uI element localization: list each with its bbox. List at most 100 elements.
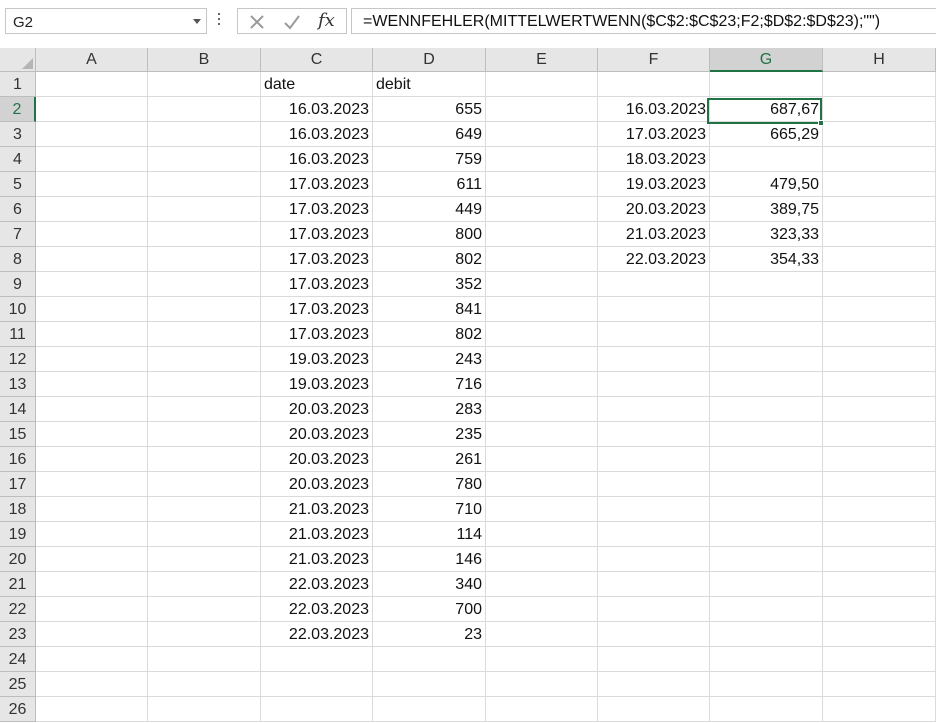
cell-b6[interactable] — [148, 197, 261, 222]
cell-h20[interactable] — [823, 547, 936, 572]
cell-a25[interactable] — [36, 672, 148, 697]
row-header-4[interactable]: 4 — [0, 147, 36, 172]
fill-handle[interactable] — [818, 120, 824, 126]
cell-f21[interactable] — [598, 572, 710, 597]
cell-f8[interactable]: 22.03.2023 — [598, 247, 710, 272]
cell-b14[interactable] — [148, 397, 261, 422]
cell-e7[interactable] — [486, 222, 598, 247]
cell-f18[interactable] — [598, 497, 710, 522]
cell-d14[interactable]: 283 — [373, 397, 486, 422]
cell-g26[interactable] — [710, 697, 823, 722]
cell-f6[interactable]: 20.03.2023 — [598, 197, 710, 222]
cell-a18[interactable] — [36, 497, 148, 522]
row-header-19[interactable]: 19 — [0, 522, 36, 547]
row-header-26[interactable]: 26 — [0, 697, 36, 722]
row-header-15[interactable]: 15 — [0, 422, 36, 447]
cell-f26[interactable] — [598, 697, 710, 722]
cell-g15[interactable] — [710, 422, 823, 447]
cell-h7[interactable] — [823, 222, 936, 247]
cell-a19[interactable] — [36, 522, 148, 547]
cell-a13[interactable] — [36, 372, 148, 397]
row-header-6[interactable]: 6 — [0, 197, 36, 222]
cell-f19[interactable] — [598, 522, 710, 547]
cell-b21[interactable] — [148, 572, 261, 597]
cell-f25[interactable] — [598, 672, 710, 697]
cell-c5[interactable]: 17.03.2023 — [261, 172, 373, 197]
cell-c15[interactable]: 20.03.2023 — [261, 422, 373, 447]
cell-g20[interactable] — [710, 547, 823, 572]
row-header-14[interactable]: 14 — [0, 397, 36, 422]
cell-g7[interactable]: 323,33 — [710, 222, 823, 247]
cell-h24[interactable] — [823, 647, 936, 672]
cell-d4[interactable]: 759 — [373, 147, 486, 172]
cell-g1[interactable] — [710, 72, 823, 97]
cell-h26[interactable] — [823, 697, 936, 722]
cell-e18[interactable] — [486, 497, 598, 522]
cell-a23[interactable] — [36, 622, 148, 647]
cell-d18[interactable]: 710 — [373, 497, 486, 522]
cell-d10[interactable]: 841 — [373, 297, 486, 322]
cell-b15[interactable] — [148, 422, 261, 447]
cell-h23[interactable] — [823, 622, 936, 647]
cell-c3[interactable]: 16.03.2023 — [261, 122, 373, 147]
cell-c7[interactable]: 17.03.2023 — [261, 222, 373, 247]
cell-d23[interactable]: 23 — [373, 622, 486, 647]
cell-d17[interactable]: 780 — [373, 472, 486, 497]
cell-b1[interactable] — [148, 72, 261, 97]
cell-b26[interactable] — [148, 697, 261, 722]
cell-d6[interactable]: 449 — [373, 197, 486, 222]
cell-c4[interactable]: 16.03.2023 — [261, 147, 373, 172]
cell-d22[interactable]: 700 — [373, 597, 486, 622]
cell-f17[interactable] — [598, 472, 710, 497]
cell-h14[interactable] — [823, 397, 936, 422]
column-header-d[interactable]: D — [373, 48, 486, 72]
cell-f20[interactable] — [598, 547, 710, 572]
cell-a7[interactable] — [36, 222, 148, 247]
cell-b22[interactable] — [148, 597, 261, 622]
cell-c10[interactable]: 17.03.2023 — [261, 297, 373, 322]
cell-c1[interactable]: date — [261, 72, 373, 97]
cell-e26[interactable] — [486, 697, 598, 722]
cell-c24[interactable] — [261, 647, 373, 672]
fx-icon[interactable]: fx — [318, 10, 335, 31]
cell-g13[interactable] — [710, 372, 823, 397]
cell-b9[interactable] — [148, 272, 261, 297]
row-header-2[interactable]: 2 — [0, 97, 36, 122]
column-header-c[interactable]: C — [261, 48, 373, 72]
cell-h19[interactable] — [823, 522, 936, 547]
row-header-24[interactable]: 24 — [0, 647, 36, 672]
row-header-22[interactable]: 22 — [0, 597, 36, 622]
cell-b20[interactable] — [148, 547, 261, 572]
cell-h11[interactable] — [823, 322, 936, 347]
cell-f14[interactable] — [598, 397, 710, 422]
cell-a24[interactable] — [36, 647, 148, 672]
column-header-g[interactable]: G — [710, 48, 823, 72]
chevron-down-icon[interactable] — [193, 19, 201, 24]
cell-h2[interactable] — [823, 97, 936, 122]
cell-d12[interactable]: 243 — [373, 347, 486, 372]
cell-d8[interactable]: 802 — [373, 247, 486, 272]
cell-a9[interactable] — [36, 272, 148, 297]
cell-a5[interactable] — [36, 172, 148, 197]
cell-e20[interactable] — [486, 547, 598, 572]
cell-h12[interactable] — [823, 347, 936, 372]
cell-a21[interactable] — [36, 572, 148, 597]
cell-b17[interactable] — [148, 472, 261, 497]
cell-b19[interactable] — [148, 522, 261, 547]
cell-g12[interactable] — [710, 347, 823, 372]
cell-c12[interactable]: 19.03.2023 — [261, 347, 373, 372]
cell-d16[interactable]: 261 — [373, 447, 486, 472]
cell-c16[interactable]: 20.03.2023 — [261, 447, 373, 472]
cell-c17[interactable]: 20.03.2023 — [261, 472, 373, 497]
cell-d20[interactable]: 146 — [373, 547, 486, 572]
cell-g4[interactable] — [710, 147, 823, 172]
cell-h16[interactable] — [823, 447, 936, 472]
column-header-h[interactable]: H — [823, 48, 936, 72]
cell-h6[interactable] — [823, 197, 936, 222]
cell-c21[interactable]: 22.03.2023 — [261, 572, 373, 597]
cell-g9[interactable] — [710, 272, 823, 297]
close-icon[interactable] — [247, 12, 267, 37]
cell-e1[interactable] — [486, 72, 598, 97]
cell-g18[interactable] — [710, 497, 823, 522]
cell-g2[interactable]: 687,67 — [710, 97, 823, 122]
